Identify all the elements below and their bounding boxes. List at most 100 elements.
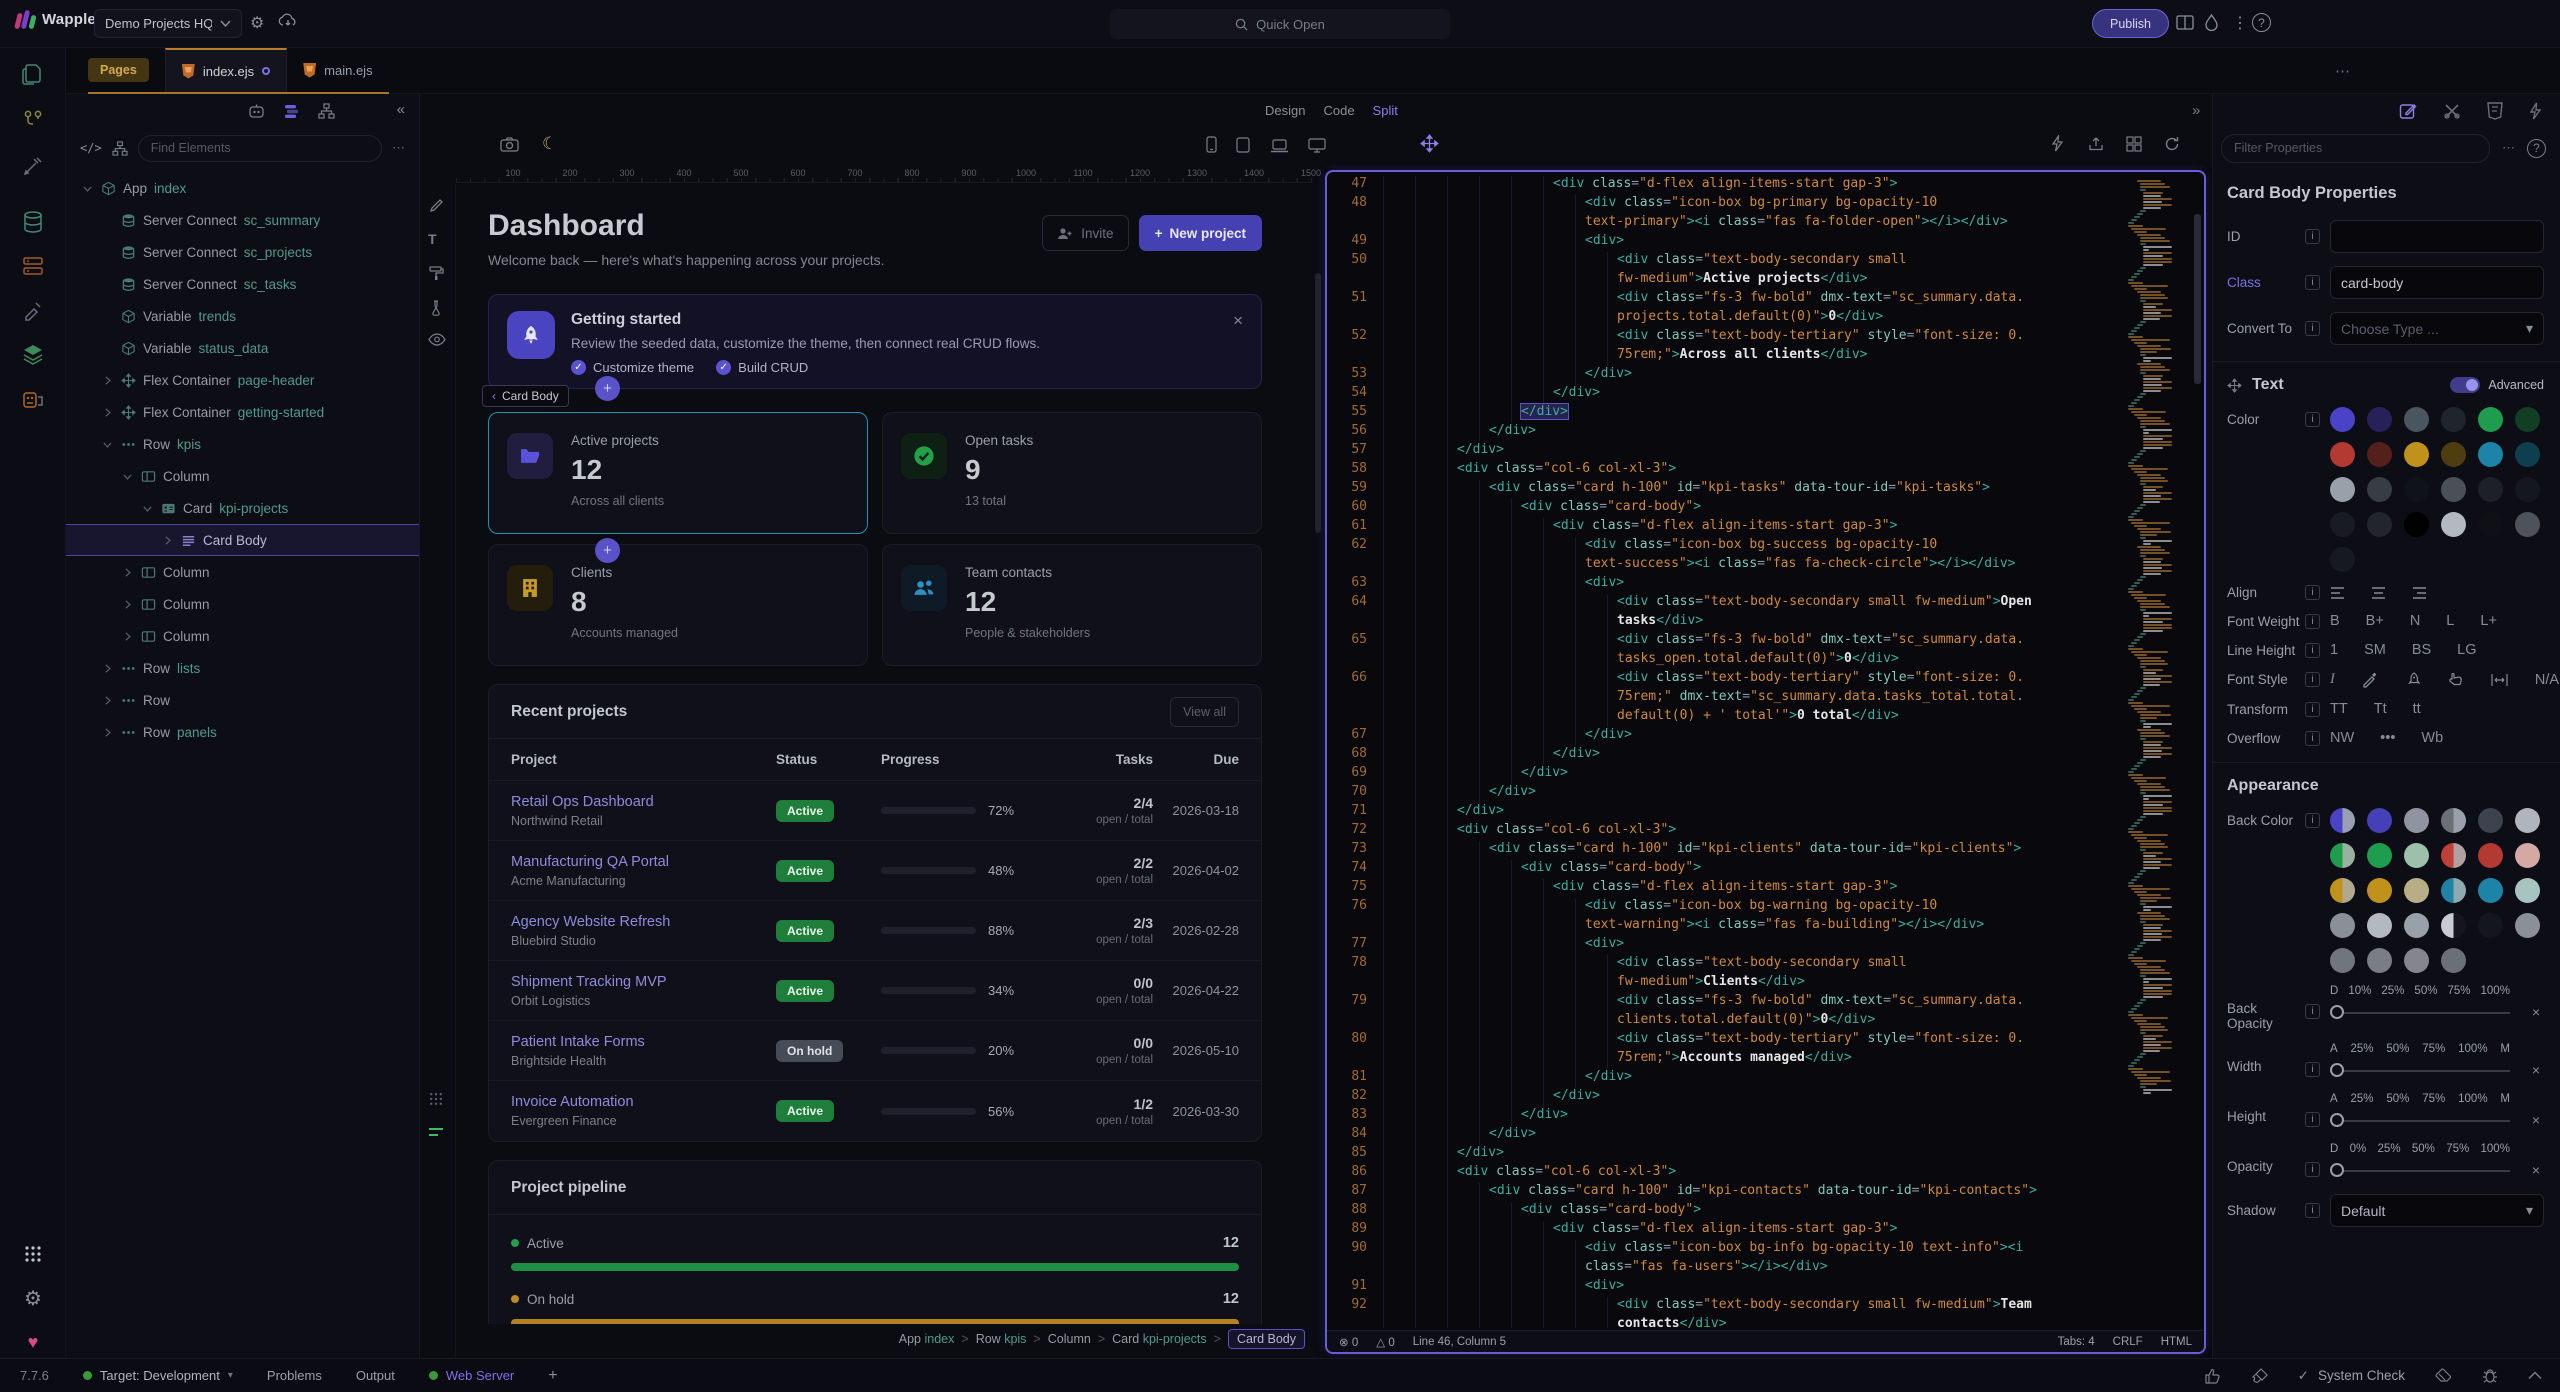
pages-button[interactable]: Pages <box>88 58 149 82</box>
pages-panel-icon[interactable] <box>19 60 47 88</box>
settings-gear-icon[interactable]: ⚙ <box>19 1284 47 1312</box>
back-color-swatch[interactable] <box>2478 878 2503 903</box>
move-element-icon[interactable] <box>1420 134 1439 153</box>
convert-to-select[interactable]: Choose Type ...▾ <box>2330 312 2544 345</box>
dynamic-events-icon[interactable] <box>2529 102 2542 120</box>
slider-knob[interactable] <box>2330 1063 2344 1077</box>
color-swatch[interactable] <box>2441 477 2466 502</box>
grid-toggle-icon[interactable] <box>428 1091 444 1107</box>
slider-knob[interactable] <box>2330 1005 2344 1019</box>
color-swatch[interactable] <box>2515 477 2540 502</box>
database-icon[interactable] <box>19 208 47 236</box>
invite-button[interactable]: Invite <box>1042 215 1128 251</box>
tab-overflow-icon[interactable]: ⋯ <box>2335 62 2350 80</box>
back-color-swatch[interactable] <box>2330 808 2355 833</box>
color-swatch[interactable] <box>2330 477 2355 502</box>
back-color-swatch[interactable] <box>2330 913 2355 938</box>
kpi-card-team-contacts[interactable]: Team contacts12People & stakeholders <box>882 544 1262 666</box>
device-laptop-icon[interactable] <box>1270 139 1289 153</box>
tree-item-card-body[interactable]: Card Body <box>66 524 419 556</box>
edit-properties-icon[interactable] <box>2399 102 2417 120</box>
refresh-icon[interactable] <box>2164 136 2180 152</box>
paint-roller-icon[interactable] <box>428 265 445 282</box>
getting-started-card[interactable]: Getting started Review the seeded data, … <box>488 294 1262 389</box>
tree-item-app-index[interactable]: Appindex <box>66 172 419 204</box>
page-subtitle[interactable]: Welcome back — here's what's happening a… <box>488 252 1262 268</box>
tree-expander-icon[interactable] <box>100 374 114 387</box>
workflows-icon[interactable] <box>19 106 47 134</box>
back-color-swatch[interactable] <box>2330 843 2355 868</box>
selection-breadcrumb-chip[interactable]: ‹Card Body <box>482 385 569 407</box>
view-code-button[interactable]: Code <box>1323 103 1354 118</box>
tree-item-column[interactable]: Column <box>66 460 419 492</box>
align-left-button[interactable] <box>2330 586 2349 600</box>
recent-projects-card[interactable]: Recent projects View all ProjectStatusPr… <box>488 684 1262 1142</box>
overflow-option[interactable]: NW <box>2330 730 2354 746</box>
select-hand-button[interactable] <box>2447 671 2464 688</box>
color-swatch[interactable] <box>2367 442 2392 467</box>
kebab-menu-icon[interactable]: ⋮ <box>2232 14 2248 34</box>
panel-help-icon[interactable]: ? <box>2527 139 2546 158</box>
cloud-deploy-icon[interactable] <box>278 13 298 29</box>
back-color-swatch[interactable] <box>2367 948 2392 973</box>
code-view-icon[interactable]: </> <box>80 141 102 155</box>
color-swatch[interactable] <box>2330 512 2355 537</box>
web-server-button[interactable]: Web Server <box>429 1368 514 1383</box>
font-weight-option[interactable]: N <box>2410 613 2420 629</box>
tree-expander-icon[interactable] <box>120 566 134 579</box>
problems-button[interactable]: Problems <box>267 1368 322 1383</box>
tree-expander-icon[interactable] <box>100 726 114 739</box>
eye-icon[interactable] <box>428 333 446 346</box>
align-right-button[interactable] <box>2408 586 2427 600</box>
tree-item-server-connect-sc-tasks[interactable]: Server Connectsc_tasks <box>66 268 419 300</box>
table-row[interactable]: Agency Website RefreshBluebird StudioAct… <box>489 901 1261 961</box>
table-row[interactable]: Invoice AutomationEvergreen FinanceActiv… <box>489 1081 1261 1141</box>
target-selector[interactable]: Target: Development ▾ <box>83 1368 233 1383</box>
new-project-button[interactable]: + New project <box>1139 215 1262 251</box>
color-swatch[interactable] <box>2441 407 2466 432</box>
back-color-swatch[interactable] <box>2441 948 2466 973</box>
layers-icon[interactable] <box>19 340 47 368</box>
tab-main-ejs[interactable]: main.ejs <box>287 48 388 92</box>
output-button[interactable]: Output <box>356 1368 395 1383</box>
slider-knob[interactable] <box>2330 1163 2344 1177</box>
back-color-swatch[interactable] <box>2515 913 2540 938</box>
back-color-swatch[interactable] <box>2367 878 2392 903</box>
tree-item-variable-trends[interactable]: Variabletrends <box>66 300 419 332</box>
tools-icon[interactable] <box>19 152 47 180</box>
add-target-button[interactable]: + <box>548 1367 557 1385</box>
collapse-up-icon[interactable] <box>2528 1371 2542 1380</box>
theme-droplet-icon[interactable] <box>2205 14 2218 31</box>
back-color-swatch[interactable] <box>2404 913 2429 938</box>
tree-item-variable-status-data[interactable]: Variablestatus_data <box>66 332 419 364</box>
tab-size[interactable]: Tabs: 4 <box>2058 1336 2095 1348</box>
color-swatch[interactable] <box>2367 407 2392 432</box>
back-color-swatch[interactable] <box>2330 878 2355 903</box>
color-swatch[interactable] <box>2478 512 2503 537</box>
transform-option[interactable]: TT <box>2330 701 2348 717</box>
code-editor[interactable]: 47<div class="d-flex align-items-start g… <box>1325 170 2206 1354</box>
table-row[interactable]: Retail Ops DashboardNorthwind RetailActi… <box>489 781 1261 841</box>
back-color-swatch[interactable] <box>2367 808 2392 833</box>
tree-item-column[interactable]: Column <box>66 620 419 652</box>
id-input[interactable] <box>2330 220 2544 253</box>
shadow-select[interactable]: Default▾ <box>2330 1194 2544 1227</box>
breadcrumb-item[interactable]: App index <box>899 1332 955 1346</box>
breadcrumb-current[interactable]: Card Body <box>1228 1329 1305 1349</box>
tree-expander-icon[interactable] <box>140 502 154 515</box>
back-color-swatch[interactable] <box>2404 948 2429 973</box>
expand-panel-icon[interactable]: » <box>2192 102 2200 119</box>
tree-expander-icon[interactable] <box>120 630 134 643</box>
sitemap-icon[interactable] <box>318 103 335 119</box>
back-color-swatch[interactable] <box>2515 878 2540 903</box>
tree-expander-icon[interactable] <box>120 598 134 611</box>
eraser-icon[interactable] <box>2435 1368 2452 1383</box>
tree-expander-icon[interactable] <box>100 694 114 707</box>
debug-bug-icon[interactable] <box>2482 1367 2498 1384</box>
color-swatch[interactable] <box>2441 442 2466 467</box>
design-tools-icon[interactable] <box>19 296 47 324</box>
advanced-toggle[interactable] <box>2450 377 2480 393</box>
edit-pencil-icon[interactable] <box>428 197 445 214</box>
kpi-card-open-tasks[interactable]: Open tasks913 total <box>882 412 1262 534</box>
line-height-option[interactable]: BS <box>2412 642 2431 658</box>
